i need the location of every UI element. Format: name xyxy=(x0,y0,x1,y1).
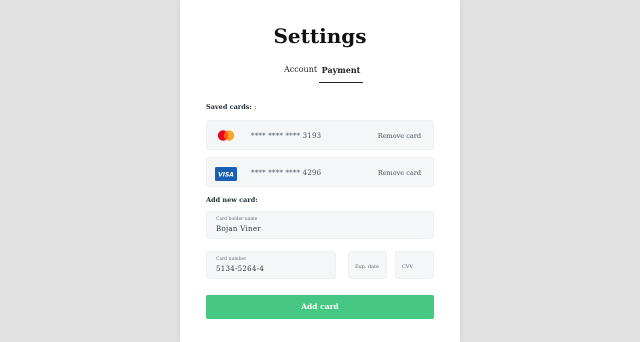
exp-date-field[interactable]: Exp. date xyxy=(348,251,387,279)
card-number-masked: **** **** **** 4296 xyxy=(251,169,322,177)
visa-logo-text: VISA xyxy=(218,172,234,179)
cvv-field[interactable]: CVV xyxy=(395,251,434,279)
cvv-placeholder: CVV xyxy=(402,264,414,270)
visa-icon: VISA xyxy=(215,166,237,181)
card-number-input[interactable]: 5134-5264-4 xyxy=(216,265,318,273)
mastercard-icon xyxy=(215,128,237,143)
remove-card-button[interactable]: Remove card xyxy=(378,132,421,140)
saved-cards-label-text: Saved cards: xyxy=(206,103,252,111)
settings-tabs: Account Payment xyxy=(180,65,460,85)
remove-card-button[interactable]: Remove card xyxy=(378,169,421,177)
page-title: Settings xyxy=(273,24,367,48)
saved-card-row: VISA **** **** **** 4296 Remove card xyxy=(206,157,434,187)
saved-cards-label-suffix: : xyxy=(254,103,257,111)
add-card-button[interactable]: Add card xyxy=(206,295,434,319)
card-number-field[interactable]: Card number 5134-5264-4 xyxy=(206,251,336,279)
card-holder-input[interactable]: Bojan Viner xyxy=(216,225,397,233)
card-number-label: Card number xyxy=(216,257,247,262)
card-number-masked: **** **** **** 3193 xyxy=(251,132,322,140)
saved-cards-label: Saved cards: : xyxy=(206,103,256,111)
saved-card-row: **** **** **** 3193 Remove card xyxy=(206,120,434,150)
card-holder-label: Card holder name xyxy=(216,217,258,222)
tab-payment[interactable]: Payment xyxy=(319,65,363,83)
tab-account[interactable]: Account xyxy=(284,65,317,81)
exp-date-placeholder: Exp. date xyxy=(355,264,379,270)
settings-panel: Settings Account Payment Saved cards: : … xyxy=(180,0,460,342)
add-new-card-label: Add new card: xyxy=(206,196,258,204)
card-holder-field[interactable]: Card holder name Bojan Viner xyxy=(206,211,434,239)
